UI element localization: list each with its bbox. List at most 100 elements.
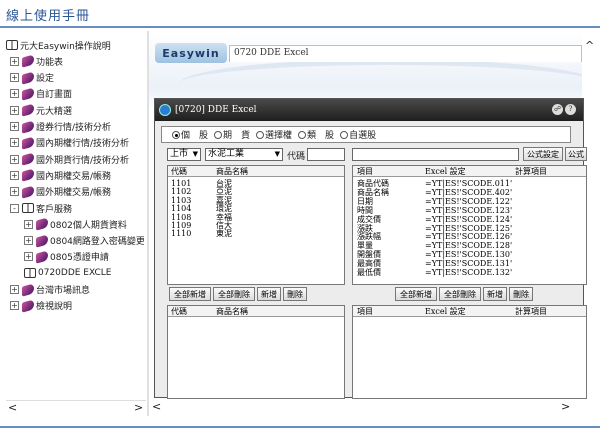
expand-icon[interactable]: + [10,187,19,197]
radio-button-icon[interactable] [340,131,349,139]
tree-item[interactable]: + 功能表 [10,54,63,68]
code-input[interactable] [307,148,345,161]
item-row[interactable]: 最低價 =YT|ES!'SCODE.132' [353,269,586,277]
tree-item[interactable]: + 元大精選 [10,103,72,117]
item-row[interactable]: 漲跌 =YT|ES!'SCODE.125' [353,224,586,233]
expand-icon[interactable]: + [10,154,19,164]
excel-formula: =YT|ES!'SCODE.132' [425,268,513,277]
tree-item[interactable]: + 台灣市場訊息 [10,282,90,297]
stock-row[interactable]: 1101 台泥 [168,180,344,188]
expand-icon[interactable]: + [24,236,33,246]
stock-row[interactable]: 1104 環泥 [168,205,344,213]
radio-option[interactable]: 個 股 [168,128,209,141]
formula-set-button[interactable]: 公式設定 [523,147,563,161]
selected-item-list[interactable]: 項目 Excel 設定 計算項目 [352,305,587,399]
expand-icon[interactable]: + [10,170,19,180]
tree-item[interactable]: + 檢視說明 [10,299,72,313]
expand-icon[interactable]: + [10,89,19,99]
content-vertical-scrollbar[interactable]: ^ [582,31,596,401]
radio-button-icon[interactable] [214,131,223,139]
stock-row[interactable]: 1108 幸福 [168,213,344,222]
expand-icon[interactable]: + [24,252,33,262]
formula-input[interactable] [352,148,519,161]
left-add-all-button[interactable]: 全部新增 [169,287,211,301]
stock-row[interactable]: 1110 東泥 [168,230,344,238]
expand-icon[interactable]: + [10,285,19,294]
tree-item[interactable]: + 國內期權交易/帳務 [10,168,111,182]
lock-icon[interactable]: ☍ [552,104,563,115]
dropdown-icon: ▼ [274,150,280,158]
expand-icon[interactable]: + [10,301,19,311]
col-excel: Excel 設定 [425,307,466,316]
selected-stock-header: 代碼 商品名稱 [168,306,344,317]
expand-icon[interactable]: + [10,138,19,148]
item-row[interactable]: 時間 =YT|ES!'SCODE.123' [353,205,586,215]
expand-icon[interactable]: + [10,56,19,66]
tree-item[interactable]: 0720DDE EXCLE [24,266,112,280]
item-row[interactable]: 成交價 =YT|ES!'SCODE.124' [353,215,586,224]
item-name: 時間 [357,205,373,215]
right-delete-all-button[interactable]: 全部刪除 [439,287,481,301]
tree-item[interactable]: +0802個人期貨資料 [24,217,127,231]
tree-item[interactable]: 元大Easywin操作說明 [6,38,111,52]
left-delete-all-button[interactable]: 全部刪除 [213,287,255,301]
item-row[interactable]: 商品代碼 =YT|ES!'SCODE.011' [353,180,586,188]
radio-button-icon[interactable] [256,131,265,139]
item-row[interactable]: 漲跌幅 =YT|ES!'SCODE.126' [353,233,586,241]
tree-item[interactable]: - 客戶服務 [10,201,72,215]
scroll-right-icon[interactable]: > [561,400,570,413]
expand-icon[interactable]: + [10,73,19,83]
scroll-left-icon[interactable]: < [8,401,17,414]
tree-item[interactable]: + 國外期貨行情/技術分析 [10,152,129,166]
tree-item-label: 國外期貨行情/技術分析 [36,155,130,166]
brand-tab: Easywin [155,43,227,63]
right-add-all-button[interactable]: 全部新增 [395,287,437,301]
book-icon [36,217,48,231]
item-row[interactable]: 開盤價 =YT|ES!'SCODE.130' [353,251,586,259]
tree-item[interactable]: + 自訂畫面 [10,87,72,101]
tree-item-label: 國內期權行情/技術分析 [36,139,130,150]
tree-item[interactable]: + 設定 [10,70,54,85]
contents-tree: 元大Easywin操作說明 + 功能表 + 設定 + 自訂畫面 + 元大精選 + 證券行情/技術分析… [6,38,144,400]
stock-list[interactable]: 代碼 商品名稱 1101 台泥 1102 亞泥 1103 嘉泥 1104 環泥 1108 幸福 11… [167,165,345,285]
item-row[interactable]: 日期 =YT|ES!'SCODE.122' [353,197,586,206]
item-row[interactable]: 單量 =YT|ES!'SCODE.128' [353,242,586,250]
market-select[interactable]: 上市 ▼ [167,148,201,161]
expand-icon[interactable]: + [10,105,19,115]
tree-item[interactable]: +0805憑證申請 [24,250,109,264]
industry-select[interactable]: 水泥工業 ▼ [205,148,283,161]
col-calc: 計算項目 [515,167,547,176]
stock-row[interactable]: 1109 信大 [168,222,344,230]
scroll-up-icon[interactable]: ^ [585,39,594,52]
left-delete-button[interactable]: 刪除 [283,287,307,301]
right-add-button[interactable]: 新增 [483,287,507,301]
tree-horizontal-scrollbar[interactable]: < > [6,400,146,414]
collapse-icon[interactable]: - [10,203,19,213]
tree-item[interactable]: + 證券行情/技術分析 [10,119,111,134]
radio-button-icon[interactable] [298,131,307,139]
stock-code: 1110 [171,229,192,239]
expand-icon[interactable]: + [24,219,33,229]
stock-row[interactable]: 1103 嘉泥 [168,196,344,205]
radio-option[interactable]: 選擇權 [252,128,293,141]
left-add-button[interactable]: 新增 [257,287,281,301]
expand-icon[interactable]: + [10,122,19,131]
tree-item[interactable]: +0804網路登入密碼變更 [24,233,144,248]
stock-name: 環泥 [216,204,232,214]
radio-option[interactable]: 類 股 [294,128,335,141]
content-horizontal-scrollbar[interactable]: < > [149,400,582,413]
item-row[interactable]: 商品名稱 =YT|ES!'SCODE.402' [353,188,586,197]
scroll-right-icon[interactable]: > [134,401,143,414]
tree-item[interactable]: + 國外期權交易/帳務 [10,185,111,199]
item-row[interactable]: 最高價 =YT|ES!'SCODE.131' [353,260,586,268]
item-list[interactable]: 項目 Excel 設定 計算項目 商品代碼 =YT|ES!'SCODE.011' 商… [352,165,587,285]
scroll-left-icon[interactable]: < [152,400,161,413]
tree-item[interactable]: + 國內期權行情/技術分析 [10,136,129,150]
help-icon[interactable]: ? [565,104,576,115]
radio-option[interactable]: 期 貨 [210,128,251,141]
radio-option[interactable]: 自選股 [336,128,377,141]
stock-row[interactable]: 1102 亞泥 [168,188,344,196]
right-delete-button[interactable]: 刪除 [509,287,533,301]
radio-button-icon[interactable] [172,131,180,139]
selected-stock-list[interactable]: 代碼 商品名稱 [167,305,345,399]
